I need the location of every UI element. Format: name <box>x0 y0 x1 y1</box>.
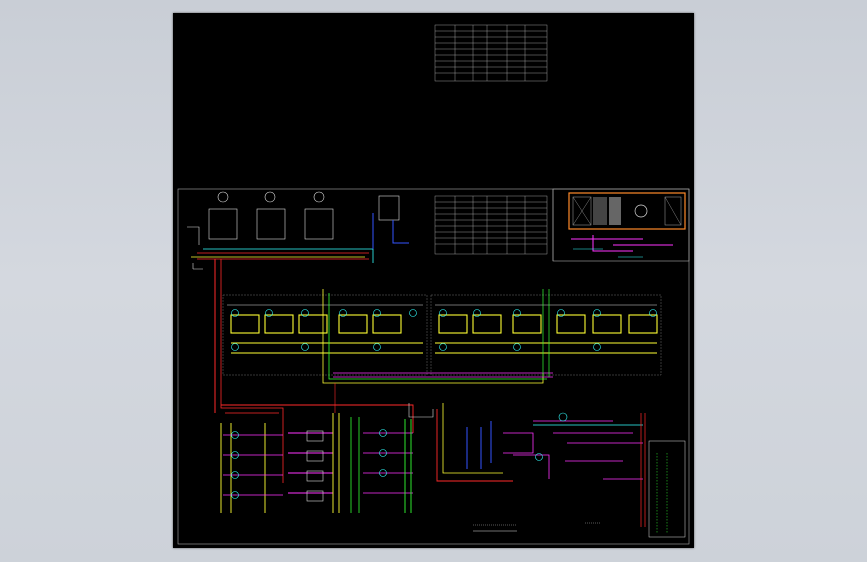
equipment-table-top <box>434 24 548 82</box>
equipment-table-mid <box>434 195 548 255</box>
connecting-lines <box>187 226 203 270</box>
chiller-plant-right <box>436 403 686 538</box>
schematic-frame <box>177 188 690 545</box>
floor-zones <box>221 289 662 433</box>
cooling-towers <box>191 191 409 263</box>
riser-mains <box>214 259 284 483</box>
schematic-svg <box>177 24 690 545</box>
air-handling-unit <box>568 192 686 258</box>
chiller-plant-left <box>220 403 434 513</box>
drawing-sheet[interactable] <box>173 13 694 548</box>
frames <box>177 188 690 545</box>
